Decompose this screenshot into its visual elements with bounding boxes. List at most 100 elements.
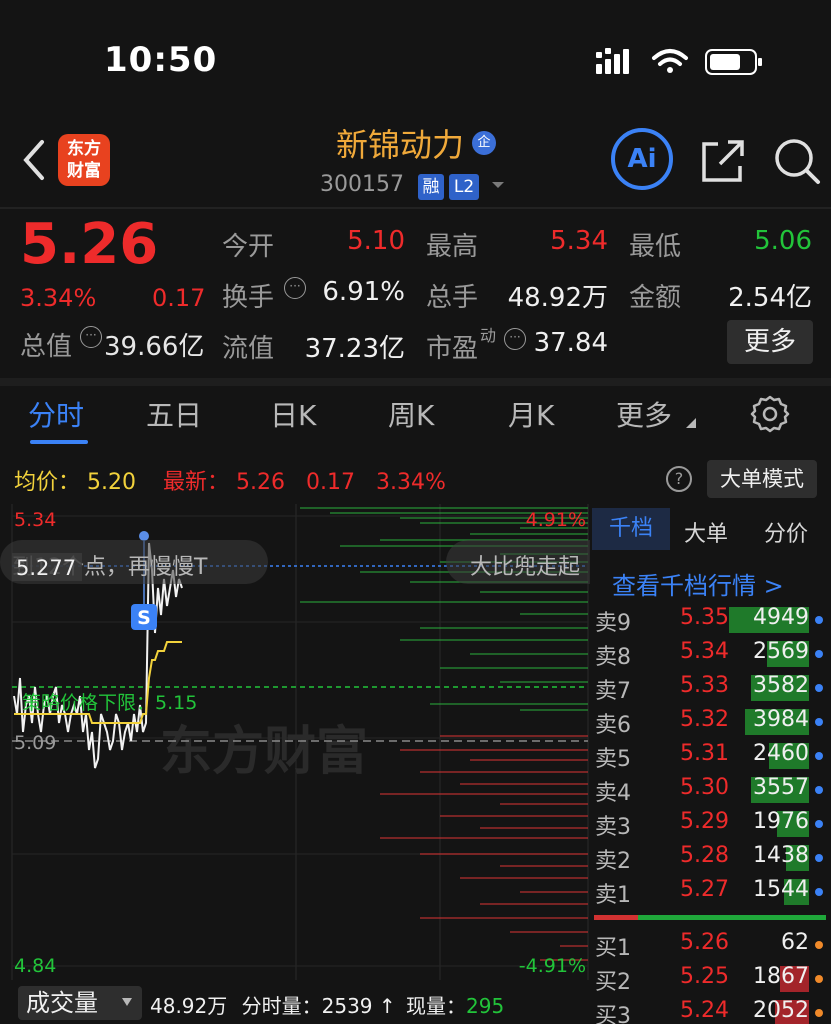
tab-intraday[interactable]: 分时 bbox=[28, 394, 84, 434]
caret-down-icon[interactable] bbox=[122, 998, 132, 1006]
open-value: 5.10 bbox=[347, 226, 405, 256]
level-price: 5.26 bbox=[680, 930, 729, 955]
up-arrow: ↑ bbox=[378, 994, 396, 1018]
level-label: 卖1 bbox=[595, 883, 631, 908]
level-label: 卖5 bbox=[595, 747, 631, 772]
level-dot bbox=[815, 1009, 823, 1017]
level-volume: 3984 bbox=[753, 707, 809, 732]
level-dot bbox=[815, 684, 823, 692]
bid-row-2[interactable]: 买2 5.25 1867 bbox=[592, 962, 831, 996]
info-icon[interactable]: ··· bbox=[504, 328, 526, 350]
back-chevron-icon[interactable] bbox=[18, 138, 52, 182]
caret-down-icon[interactable] bbox=[490, 176, 506, 194]
open-label: 今开 bbox=[222, 232, 275, 262]
big-order-mode-button[interactable]: 大单模式 bbox=[707, 460, 817, 498]
bid-row-3[interactable]: 买3 5.24 2052 bbox=[592, 996, 831, 1024]
l2-tag: L2 bbox=[449, 174, 479, 200]
bottom-price: 4.84 bbox=[14, 955, 56, 977]
tab-more[interactable]: 更多 bbox=[616, 394, 672, 434]
level-price: 5.28 bbox=[680, 843, 729, 868]
help-icon[interactable]: ? bbox=[666, 466, 692, 492]
turnover-value: 6.91% bbox=[322, 277, 405, 307]
view-orderbook-link[interactable]: 查看千档行情 > bbox=[612, 566, 784, 601]
level-label: 买1 bbox=[595, 936, 631, 961]
last-change: 0.17 bbox=[306, 470, 355, 495]
tab-weekly-k[interactable]: 周K bbox=[388, 394, 434, 434]
level-volume: 62 bbox=[781, 930, 809, 955]
ai-button[interactable]: Ai bbox=[611, 128, 673, 190]
top-percent: 4.91% bbox=[526, 509, 586, 531]
level-label: 卖4 bbox=[595, 781, 631, 806]
volume-info: 48.92万 分时量：2539 ↑ 现量：295 bbox=[150, 990, 504, 1019]
caret-icon bbox=[686, 418, 696, 428]
book-ratio-bar bbox=[594, 915, 826, 920]
divider bbox=[0, 207, 831, 209]
tab-big-orders[interactable]: 大单 bbox=[684, 516, 728, 548]
high-dot bbox=[139, 531, 149, 541]
intraday-chart[interactable]: 东方财富 S 到12个点，再慢慢T 大比兜走起 5.277 5.34 4.91%… bbox=[0, 504, 590, 980]
tab-daily-k[interactable]: 日K bbox=[270, 394, 316, 434]
top-price: 5.34 bbox=[14, 509, 56, 531]
level-volume: 3582 bbox=[753, 673, 809, 698]
level-label: 卖7 bbox=[595, 679, 631, 704]
level-label: 买2 bbox=[595, 970, 631, 995]
total-volume: 48.92万 bbox=[150, 994, 228, 1018]
stock-name[interactable]: 新锦动力 bbox=[300, 120, 500, 166]
level-dot bbox=[815, 616, 823, 624]
change-value: 0.17 bbox=[152, 284, 206, 312]
last-label: 最新： bbox=[163, 470, 230, 495]
price-info-row: 均价： 5.20 最新： 5.26 0.17 3.34% bbox=[14, 464, 446, 496]
high-label: 最高 bbox=[426, 232, 479, 262]
ask-row-1[interactable]: 卖9 5.35 4949 bbox=[592, 603, 831, 637]
level-label: 卖6 bbox=[595, 713, 631, 738]
amount-value: 2.54亿 bbox=[728, 283, 812, 313]
tab-indicator bbox=[30, 440, 88, 444]
now-volume-label: 现量： bbox=[406, 994, 467, 1018]
info-icon[interactable]: ··· bbox=[80, 326, 102, 348]
info-icon[interactable]: ··· bbox=[284, 277, 306, 299]
tab-monthly-k[interactable]: 月K bbox=[508, 394, 554, 434]
ask-row-5[interactable]: 卖5 5.31 2460 bbox=[592, 739, 831, 773]
search-icon[interactable] bbox=[770, 134, 822, 186]
ask-row-2[interactable]: 卖8 5.34 2569 bbox=[592, 637, 831, 671]
share-icon[interactable] bbox=[698, 136, 748, 186]
level-volume: 3557 bbox=[753, 775, 809, 800]
ask-row-9[interactable]: 卖1 5.27 1544 bbox=[592, 875, 831, 909]
level-price: 5.25 bbox=[680, 964, 729, 989]
level-price: 5.24 bbox=[680, 998, 729, 1023]
tick-volume-label: 分时量： bbox=[241, 994, 322, 1018]
level-dot bbox=[815, 752, 823, 760]
tab-5day[interactable]: 五日 bbox=[146, 394, 202, 434]
tab-price-dist[interactable]: 分价 bbox=[764, 516, 808, 548]
level-label: 买3 bbox=[595, 1004, 631, 1024]
ask-row-7[interactable]: 卖3 5.29 1976 bbox=[592, 807, 831, 841]
level-price: 5.32 bbox=[680, 707, 729, 732]
logo-text-1: 东方 bbox=[67, 139, 101, 159]
ask-row-3[interactable]: 卖7 5.33 3582 bbox=[592, 671, 831, 705]
avg-label: 均价： bbox=[14, 470, 81, 495]
status-icons bbox=[596, 48, 762, 75]
cursor-price: 5.277 bbox=[16, 556, 76, 580]
gear-icon[interactable] bbox=[750, 394, 790, 434]
ask-row-6[interactable]: 卖4 5.30 3557 bbox=[592, 773, 831, 807]
level-label: 卖3 bbox=[595, 815, 631, 840]
level-dot bbox=[815, 941, 823, 949]
enterprise-badge: 企 bbox=[472, 131, 496, 155]
level-volume: 2460 bbox=[753, 741, 809, 766]
level-dot bbox=[815, 854, 823, 862]
limit-label: 策略价格下限：5.15 bbox=[22, 692, 197, 714]
margin-tag: 融 bbox=[418, 174, 444, 200]
volume-value: 48.92万 bbox=[507, 283, 608, 313]
tab-orderbook[interactable]: 千档 bbox=[592, 508, 670, 550]
more-button[interactable]: 更多 bbox=[727, 320, 813, 364]
ask-row-4[interactable]: 卖6 5.32 3984 bbox=[592, 705, 831, 739]
low-value: 5.06 bbox=[754, 226, 812, 256]
bid-row-1[interactable]: 买1 5.26 62 bbox=[592, 928, 831, 962]
app-logo: 东方 财富 bbox=[58, 134, 110, 186]
float-value: 37.23亿 bbox=[304, 334, 405, 364]
bottom-percent: -4.91% bbox=[519, 955, 586, 977]
change-percent: 3.34% bbox=[20, 284, 97, 312]
level-dot bbox=[815, 786, 823, 794]
amount-label: 金额 bbox=[629, 283, 682, 313]
ask-row-8[interactable]: 卖2 5.28 1438 bbox=[592, 841, 831, 875]
